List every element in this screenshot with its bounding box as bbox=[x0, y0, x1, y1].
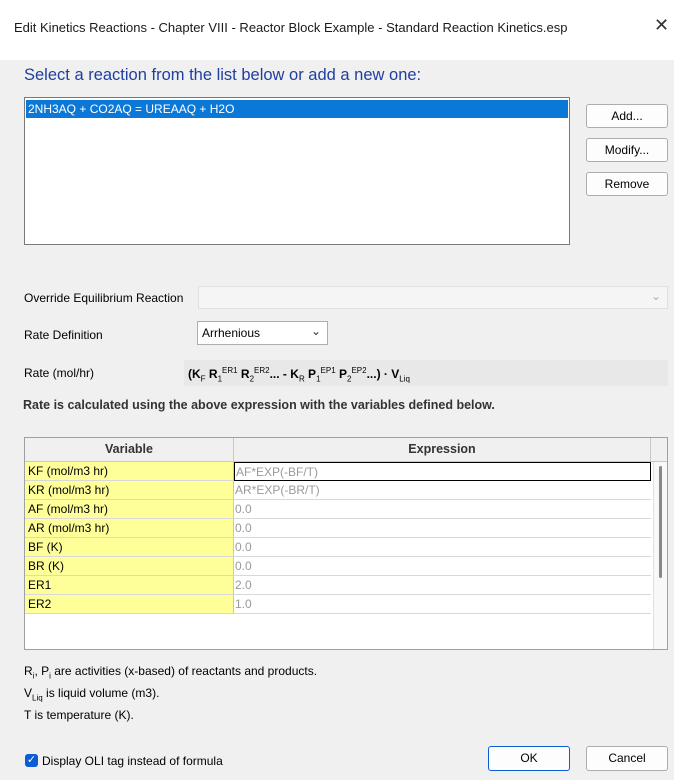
rate-definition-select[interactable]: Arrhenious ⌄ bbox=[197, 321, 328, 345]
expression-cell[interactable]: 2.0 bbox=[234, 576, 651, 595]
title-bar: Edit Kinetics Reactions - Chapter VIII -… bbox=[0, 0, 674, 60]
table-row[interactable]: AF (mol/m3 hr) 0.0 bbox=[25, 500, 651, 519]
header-variable[interactable]: Variable bbox=[25, 438, 234, 461]
grid-header: Variable Expression bbox=[25, 438, 667, 462]
rate-label: Rate (mol/hr) bbox=[24, 366, 95, 380]
display-tag-checkbox[interactable]: ✓ bbox=[25, 754, 38, 767]
ok-button[interactable]: OK bbox=[488, 746, 570, 771]
variable-cell: AR (mol/m3 hr) bbox=[25, 519, 234, 538]
override-label: Override Equilibrium Reaction bbox=[24, 291, 184, 305]
variables-grid[interactable]: Variable Expression KF (mol/m3 hr) AF*EXP… bbox=[24, 437, 668, 650]
variable-cell: ER2 bbox=[25, 595, 234, 614]
variable-cell: KF (mol/m3 hr) bbox=[25, 462, 234, 481]
footnote-temperature: T is temperature (K). bbox=[24, 708, 134, 722]
table-row[interactable]: AR (mol/m3 hr) 0.0 bbox=[25, 519, 651, 538]
window-title: Edit Kinetics Reactions - Chapter VIII -… bbox=[14, 20, 568, 35]
rate-expression-box: (KF R1ER1 R2ER2... - KR P1EP1 P2EP2...) … bbox=[184, 360, 668, 386]
header-expression[interactable]: Expression bbox=[234, 438, 651, 461]
rate-note: Rate is calculated using the above expre… bbox=[23, 398, 495, 412]
remove-button[interactable]: Remove bbox=[586, 172, 668, 196]
rate-definition-value: Arrhenious bbox=[202, 326, 261, 340]
expression-cell[interactable]: 1.0 bbox=[234, 595, 651, 614]
footnote-volume: VLiq is liquid volume (m3). bbox=[24, 686, 160, 703]
reaction-list[interactable]: 2NH3AQ + CO2AQ = UREAAQ + H2O bbox=[24, 97, 570, 245]
override-equilibrium-select[interactable]: ⌄ bbox=[198, 286, 668, 309]
expression-cell[interactable]: 0.0 bbox=[234, 500, 651, 519]
variable-cell: BR (K) bbox=[25, 557, 234, 576]
variable-cell: ER1 bbox=[25, 576, 234, 595]
expression-cell[interactable]: AF*EXP(-BF/T) bbox=[234, 462, 651, 481]
expression-cell[interactable]: 0.0 bbox=[234, 557, 651, 576]
chevron-down-icon: ⌄ bbox=[650, 289, 661, 303]
table-row[interactable]: BR (K) 0.0 bbox=[25, 557, 651, 576]
reaction-list-item[interactable]: 2NH3AQ + CO2AQ = UREAAQ + H2O bbox=[26, 100, 568, 118]
add-button[interactable]: Add... bbox=[586, 104, 668, 128]
page-heading: Select a reaction from the list below or… bbox=[24, 66, 422, 84]
cancel-button[interactable]: Cancel bbox=[586, 746, 668, 771]
footnote-activities-text: are activities (x-based) of reactants an… bbox=[54, 664, 318, 678]
expression-cell[interactable]: 0.0 bbox=[234, 538, 651, 557]
table-row[interactable]: BF (K) 0.0 bbox=[25, 538, 651, 557]
grid-scrollbar[interactable] bbox=[653, 462, 667, 649]
footnote-activities: Ri, Pi are activities (x-based) of react… bbox=[24, 664, 318, 681]
rate-definition-label: Rate Definition bbox=[24, 328, 103, 342]
modify-button[interactable]: Modify... bbox=[586, 138, 668, 162]
rate-expression: (KF R1ER1 R2ER2... - KR P1EP1 P2EP2...) … bbox=[188, 366, 410, 384]
variable-cell: BF (K) bbox=[25, 538, 234, 557]
variable-cell: AF (mol/m3 hr) bbox=[25, 500, 234, 519]
table-row[interactable]: KF (mol/m3 hr) AF*EXP(-BF/T) bbox=[25, 462, 651, 481]
table-row[interactable]: KR (mol/m3 hr) AR*EXP(-BR/T) bbox=[25, 481, 651, 500]
close-icon[interactable]: ✕ bbox=[654, 16, 669, 34]
scrollbar-thumb[interactable] bbox=[659, 466, 662, 578]
table-row[interactable]: ER1 2.0 bbox=[25, 576, 651, 595]
chevron-down-icon: ⌄ bbox=[310, 324, 321, 338]
footnote-volume-text: is liquid volume (m3). bbox=[46, 686, 160, 700]
variable-cell: KR (mol/m3 hr) bbox=[25, 481, 234, 500]
display-tag-label[interactable]: Display OLI tag instead of formula bbox=[42, 754, 223, 768]
expression-cell[interactable]: 0.0 bbox=[234, 519, 651, 538]
checkmark-icon: ✓ bbox=[26, 754, 37, 766]
table-row[interactable]: ER2 1.0 bbox=[25, 595, 651, 614]
expression-cell[interactable]: AR*EXP(-BR/T) bbox=[234, 481, 651, 500]
edit-kinetics-dialog: Edit Kinetics Reactions - Chapter VIII -… bbox=[0, 0, 674, 780]
